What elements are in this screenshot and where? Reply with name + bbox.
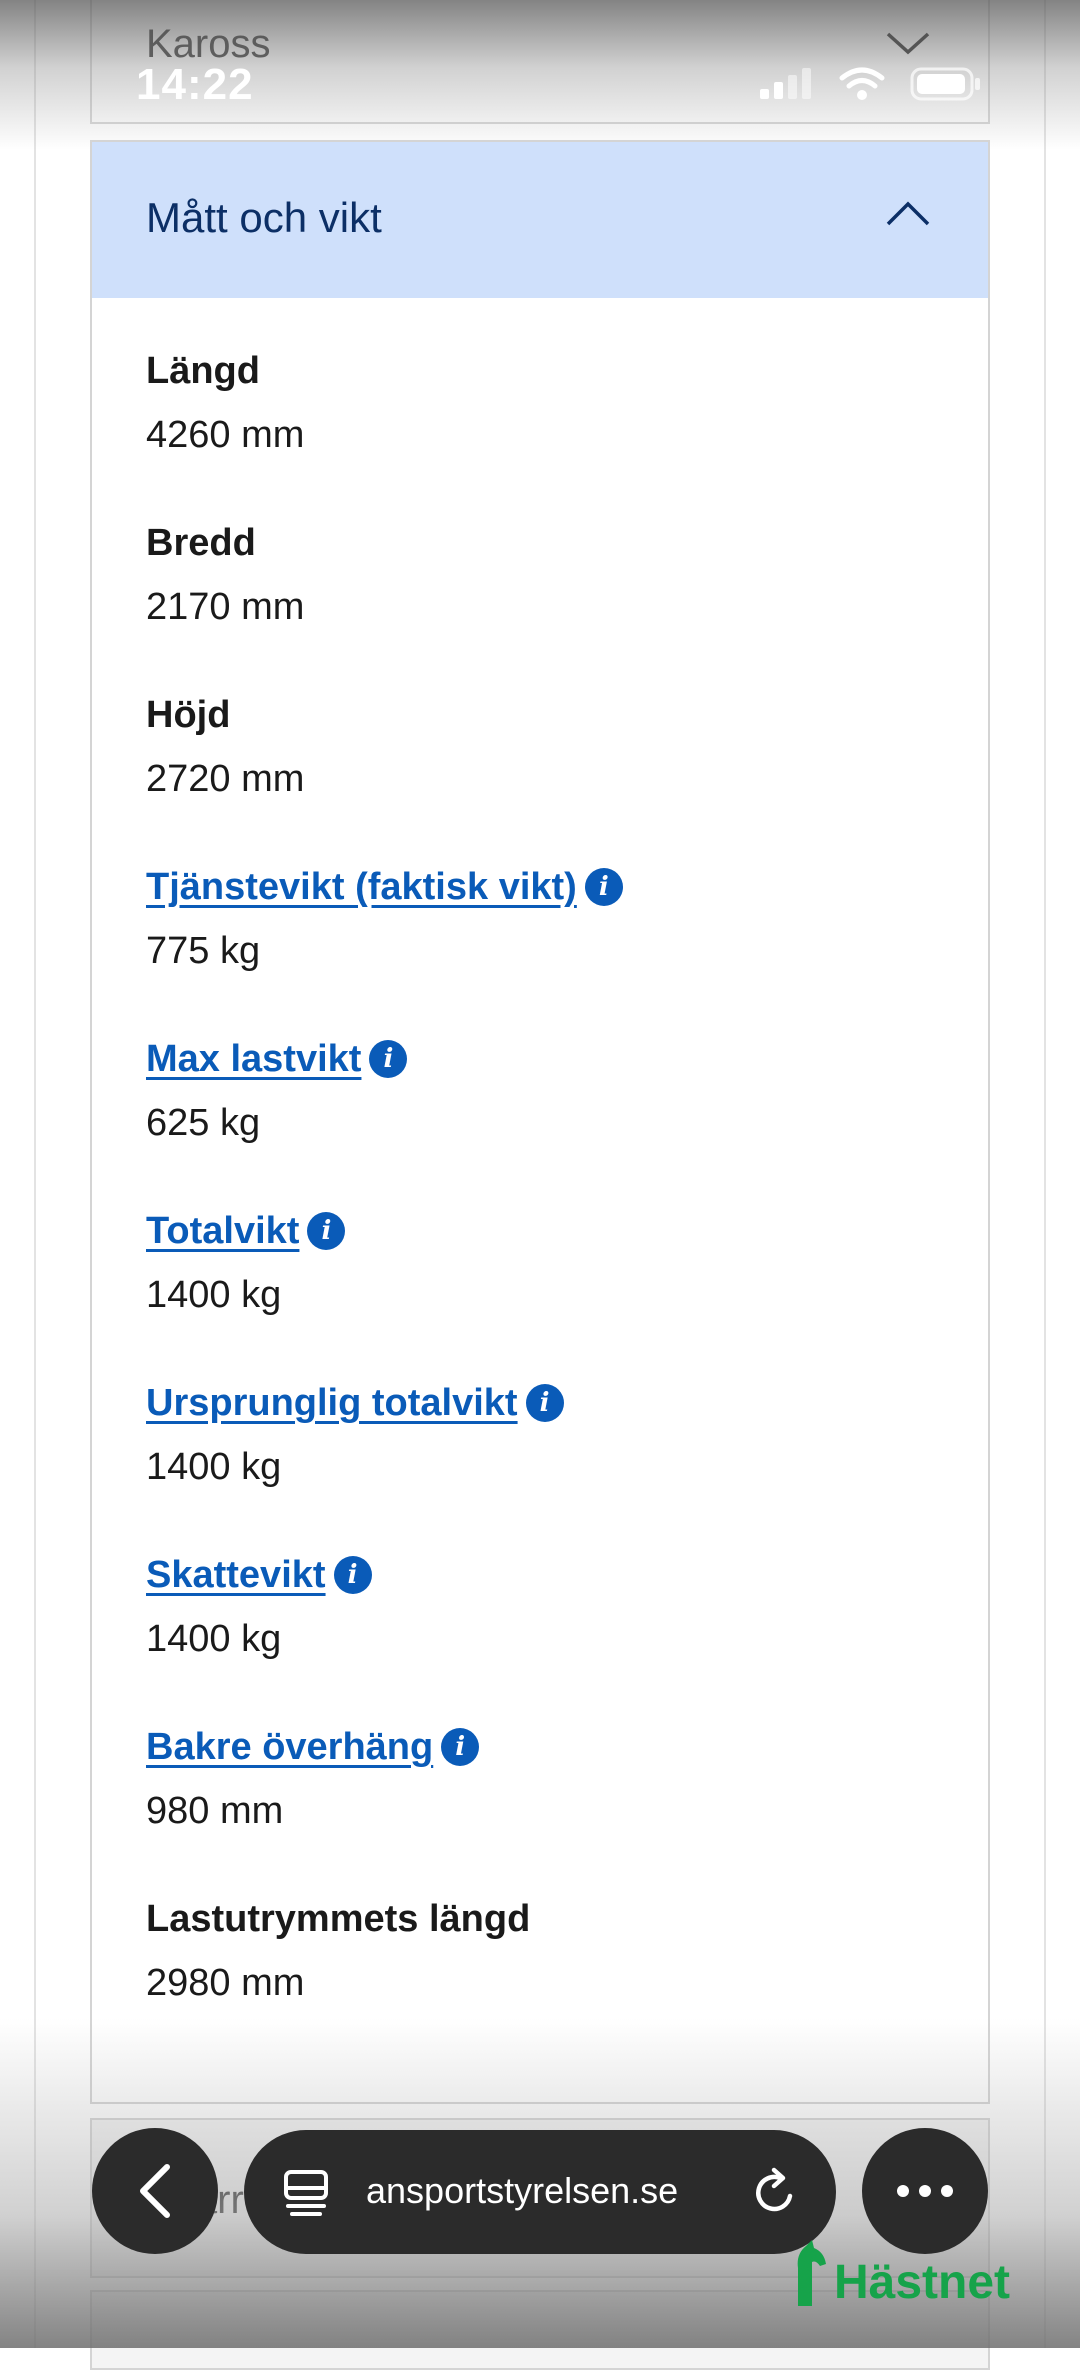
watermark: Hästnet [790, 2238, 1010, 2308]
info-icon[interactable]: i [369, 1040, 408, 1078]
accordion-title: Mått och vikt [146, 194, 382, 241]
spec-link-totalvikt[interactable]: Totalvikt i [146, 1208, 623, 1254]
spec-item-totalvikt: Totalvikt i 1400 kg [146, 1208, 623, 1380]
status-time: 14:22 [136, 60, 254, 109]
spec-value: 2170 mm [146, 586, 305, 628]
spec-link-label[interactable]: Tjänstevikt (faktisk vikt) [146, 864, 577, 910]
spec-link-label[interactable]: Max lastvikt [146, 1036, 361, 1082]
spec-item-tjanstevikt: Tjänstevikt (faktisk vikt) i 775 kg [146, 864, 623, 1036]
spec-item-ursprunglig-totalvikt: Ursprunglig totalvikt i 1400 kg [146, 1380, 623, 1552]
accordion-matt-och-vikt: Mått och vikt Längd 4260 mm Bredd 2170 m… [90, 140, 990, 2104]
spec-value: 625 kg [146, 1102, 261, 1144]
page-rail-left [34, 0, 36, 2348]
spec-value: 1400 kg [146, 1274, 282, 1316]
spec-link-label[interactable]: Totalvikt [146, 1208, 299, 1254]
info-icon[interactable]: i [307, 1212, 346, 1250]
url-text: ansportstyrelsen.se [366, 2170, 679, 2211]
spec-item-hojd: Höjd 2720 mm [146, 692, 623, 864]
chevron-up-icon [886, 201, 930, 226]
address-bar[interactable]: ansportstyrelsen.se [244, 2130, 836, 2254]
accordion-header[interactable]: Mått och vikt [92, 142, 988, 298]
spec-link-label[interactable]: Skattevikt [146, 1552, 326, 1598]
spec-value: 775 kg [146, 930, 261, 972]
dot-icon [941, 2185, 953, 2197]
spec-link-ursprunglig-totalvikt[interactable]: Ursprunglig totalvikt i [146, 1380, 623, 1426]
spec-value: 1400 kg [146, 1618, 282, 1660]
spec-link-label[interactable]: Bakre överhäng [146, 1724, 433, 1770]
spec-link-max-lastvikt[interactable]: Max lastvikt i [146, 1036, 623, 1082]
spec-link-tjanstevikt[interactable]: Tjänstevikt (faktisk vikt) i [146, 864, 623, 910]
info-icon[interactable]: i [441, 1728, 480, 1766]
spec-link-skattevikt[interactable]: Skattevikt i [146, 1552, 623, 1598]
status-icons [758, 66, 982, 102]
chevron-left-icon [140, 2164, 170, 2218]
back-button[interactable] [92, 2128, 218, 2254]
spec-link-bakre-overhang[interactable]: Bakre överhäng i [146, 1724, 623, 1770]
spec-label: Längd [146, 350, 260, 392]
dot-icon [919, 2185, 931, 2197]
page-rail-right [1044, 0, 1046, 2348]
spec-item-max-lastvikt: Max lastvikt i 625 kg [146, 1036, 623, 1208]
chevron-down-icon [886, 32, 930, 55]
horse-logo-icon [797, 2240, 826, 2306]
cellular-signal-icon [760, 68, 811, 99]
spec-value: 980 mm [146, 1790, 284, 1832]
spec-item-langd: Längd 4260 mm [146, 348, 623, 520]
info-icon[interactable]: i [525, 1384, 564, 1422]
spec-item-skattevikt: Skattevikt i 1400 kg [146, 1552, 623, 1724]
spec-label: Bredd [146, 522, 256, 564]
spec-value: 1400 kg [146, 1446, 282, 1488]
wifi-icon [839, 67, 885, 100]
tabs-icon[interactable] [282, 2168, 330, 2218]
spec-item-bakre-overhang: Bakre överhäng i 980 mm [146, 1724, 623, 1896]
info-icon[interactable]: i [333, 1556, 372, 1594]
dot-icon [897, 2185, 909, 2197]
spec-label: Lastutrymmets längd [146, 1898, 531, 1940]
spec-value: 4260 mm [146, 414, 305, 456]
spec-item-lastutrymmets-langd: Lastutrymmets längd 2980 mm [146, 1896, 623, 2068]
spec-item-bredd: Bredd 2170 mm [146, 520, 623, 692]
reload-icon[interactable] [750, 2166, 800, 2218]
more-options-button[interactable] [862, 2128, 988, 2254]
watermark-text: Hästnet [834, 2256, 1011, 2309]
spec-label: Höjd [146, 694, 231, 736]
spec-value: 2720 mm [146, 758, 305, 800]
spec-link-label[interactable]: Ursprunglig totalvikt [146, 1380, 518, 1426]
info-icon[interactable]: i [584, 868, 623, 906]
spec-value: 2980 mm [146, 1962, 305, 2004]
spec-list: Längd 4260 mm Bredd 2170 mm Höjd 2720 mm… [146, 348, 623, 2068]
battery-icon [910, 67, 980, 101]
